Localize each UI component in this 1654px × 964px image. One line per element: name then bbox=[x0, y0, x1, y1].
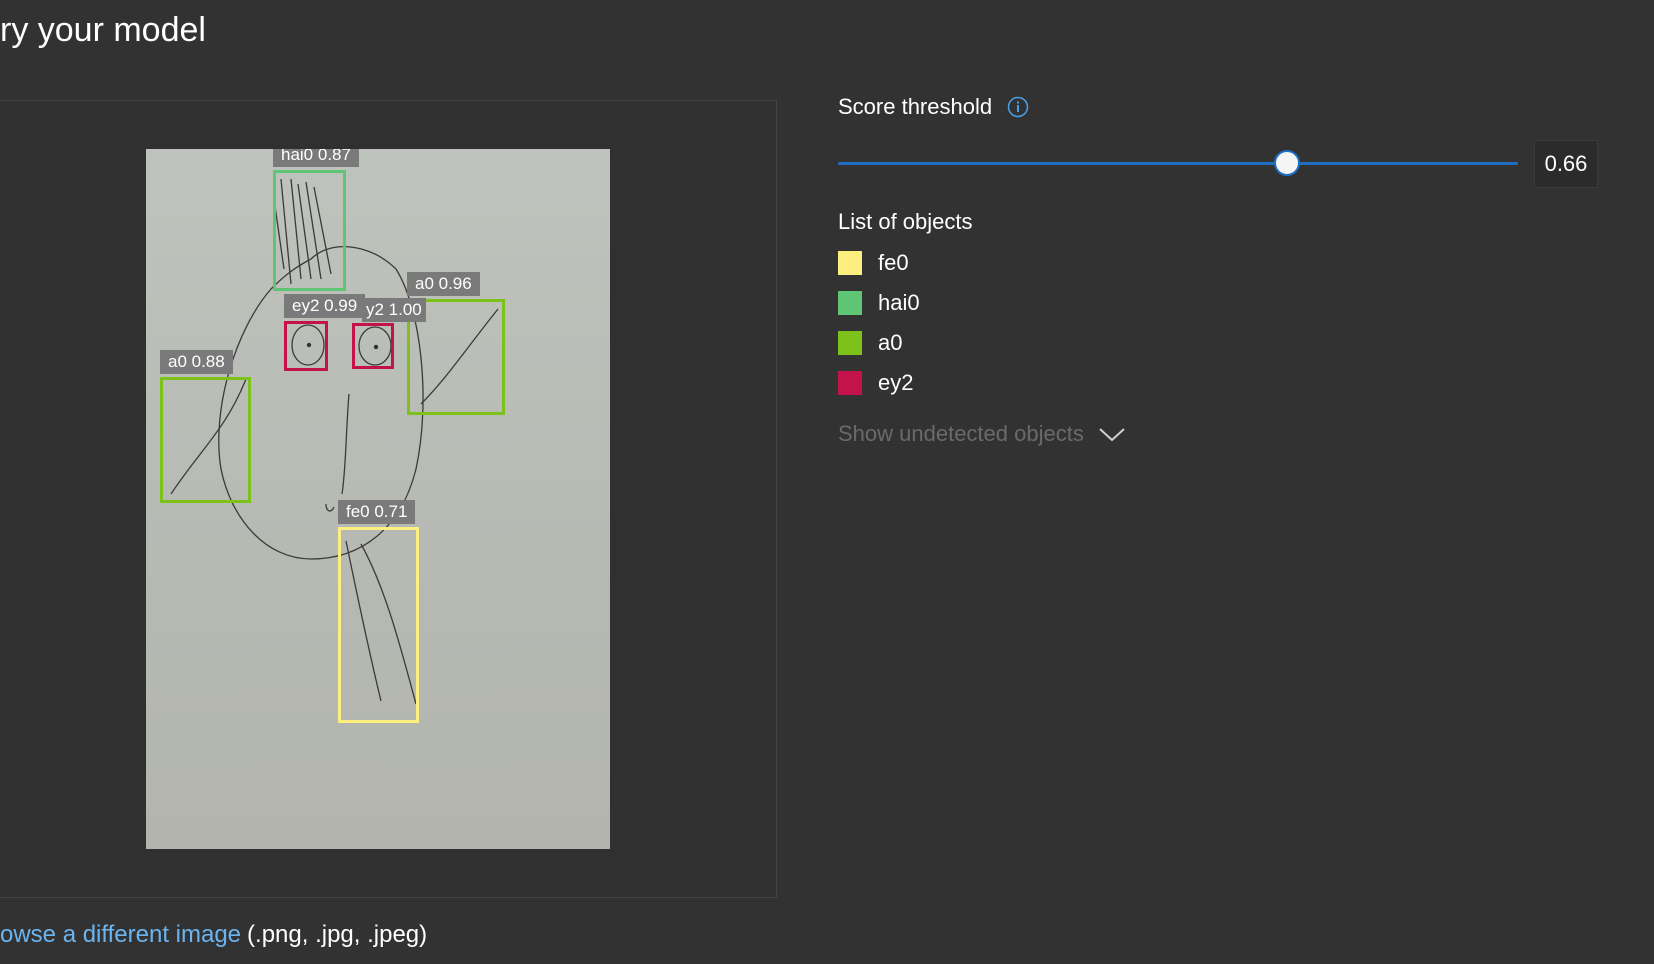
object-item-fe0: fe0 bbox=[838, 248, 909, 278]
object-item-ey2: ey2 bbox=[838, 368, 913, 398]
detection-box-ey2-right bbox=[352, 323, 394, 369]
score-threshold-slider-track[interactable] bbox=[838, 162, 1518, 165]
detection-label-ey2-right: y2 1.00 bbox=[362, 298, 426, 322]
object-name: hai0 bbox=[878, 290, 920, 315]
supported-formats-text: (.png, .jpg, .jpeg) bbox=[247, 921, 428, 948]
object-name: a0 bbox=[878, 330, 903, 355]
chevron-down-icon bbox=[1099, 428, 1125, 442]
page-title: ry your model bbox=[0, 11, 206, 49]
browse-image-line: owse a different image (.png, .jpg, .jpeg… bbox=[0, 918, 427, 952]
detection-label-a0-left: a0 0.88 bbox=[160, 350, 233, 374]
score-threshold-label: Score threshold bbox=[838, 94, 993, 119]
detection-label-ey2-left: ey2 0.99 bbox=[284, 294, 366, 318]
detection-box-ey2-left bbox=[284, 321, 328, 371]
detection-label-a0-right: a0 0.96 bbox=[407, 272, 480, 296]
object-name: fe0 bbox=[878, 250, 909, 275]
detection-box-a0-left bbox=[160, 377, 251, 503]
object-color-swatch bbox=[838, 331, 862, 355]
show-undetected-objects-toggle[interactable]: Show undetected objects bbox=[838, 419, 1126, 449]
object-name: ey2 bbox=[878, 370, 914, 395]
object-color-swatch bbox=[838, 251, 862, 275]
detection-box-fe0 bbox=[338, 527, 419, 723]
detection-box-hai0 bbox=[273, 170, 346, 291]
object-color-swatch bbox=[838, 291, 862, 315]
uploaded-photo: hai0 0.87 a0 0.96 ey2 0.99 y2 1.00 a0 0.… bbox=[146, 149, 610, 849]
browse-different-image-link[interactable]: owse a different image bbox=[0, 921, 241, 948]
object-item-a0: a0 bbox=[838, 328, 902, 358]
score-threshold-slider-thumb[interactable] bbox=[1273, 150, 1300, 176]
info-icon[interactable] bbox=[1007, 96, 1029, 118]
object-item-hai0: hai0 bbox=[838, 288, 920, 318]
detection-label-fe0: fe0 0.71 bbox=[338, 500, 416, 524]
score-threshold-value[interactable]: 0.66 bbox=[1534, 140, 1598, 188]
show-undetected-objects-label: Show undetected objects bbox=[838, 421, 1084, 446]
object-color-swatch bbox=[838, 371, 862, 395]
objects-list-heading: List of objects bbox=[838, 209, 973, 234]
detection-label-hai0: hai0 0.87 bbox=[273, 149, 359, 167]
